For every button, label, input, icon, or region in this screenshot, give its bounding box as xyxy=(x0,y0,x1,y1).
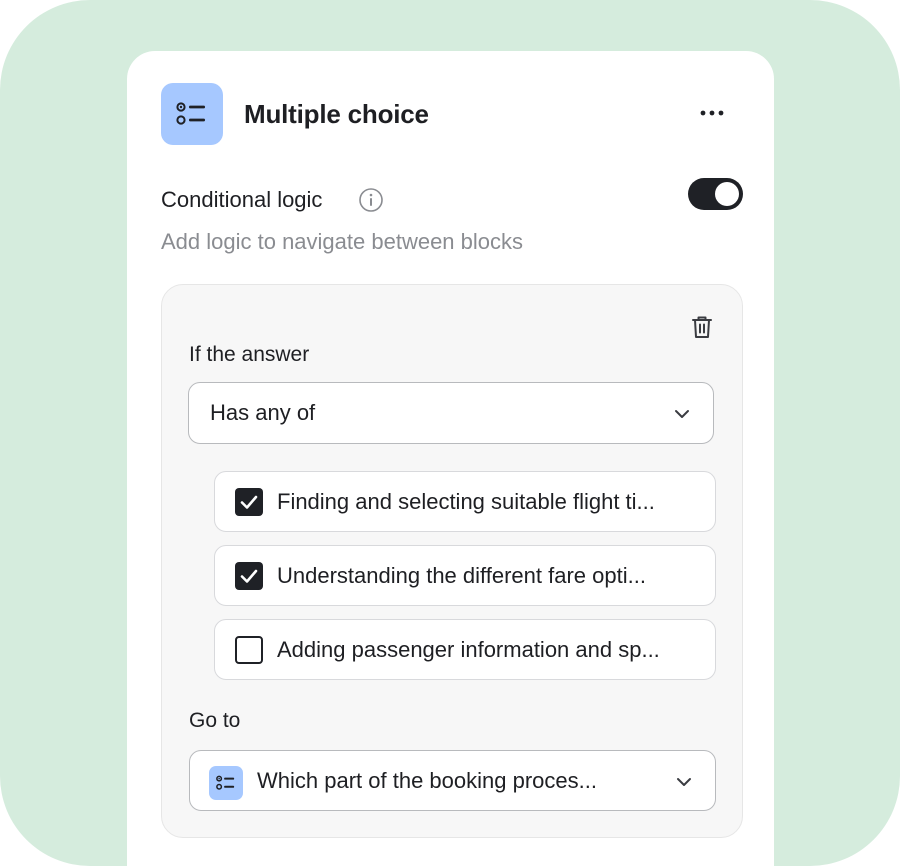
conditional-logic-description: Add logic to navigate between blocks xyxy=(161,229,524,254)
trash-icon[interactable] xyxy=(688,313,716,341)
checkmark-icon xyxy=(240,569,258,583)
toggle-knob xyxy=(715,182,739,206)
answer-option-1[interactable]: Finding and selecting suitable flight ti… xyxy=(214,471,716,532)
goto-select[interactable]: Which part of the booking proces... xyxy=(189,750,716,811)
more-options-button[interactable] xyxy=(692,97,732,129)
checkmark-icon xyxy=(240,495,258,509)
more-horizontal-icon xyxy=(700,110,724,116)
checkbox-checked[interactable] xyxy=(235,488,263,516)
chevron-down-icon xyxy=(675,410,689,418)
multiple-choice-icon xyxy=(161,83,223,145)
checkbox-checked[interactable] xyxy=(235,562,263,590)
conditional-logic-label: Conditional logic xyxy=(161,187,323,212)
answer-option-3[interactable]: Adding passenger information and sp... xyxy=(214,619,716,680)
info-icon[interactable] xyxy=(358,187,384,213)
goto-label: Go to xyxy=(189,709,241,732)
chevron-down-icon xyxy=(677,778,691,786)
answer-option-label: Finding and selecting suitable flight ti… xyxy=(277,489,655,514)
goto-select-value: Which part of the booking proces... xyxy=(257,768,597,793)
multiple-choice-icon xyxy=(209,766,243,800)
condition-select-value: Has any of xyxy=(210,400,316,425)
block-title: Multiple choice xyxy=(244,99,429,129)
condition-label: If the answer xyxy=(189,343,310,366)
logic-rule-card: If the answer Has any of Finding and sel… xyxy=(161,284,743,838)
condition-select[interactable]: Has any of xyxy=(188,382,714,444)
checkbox-unchecked[interactable] xyxy=(235,636,263,664)
answer-option-label: Understanding the different fare opti... xyxy=(277,563,646,588)
answer-option-2[interactable]: Understanding the different fare opti... xyxy=(214,545,716,606)
answer-option-label: Adding passenger information and sp... xyxy=(277,637,660,662)
conditional-logic-toggle[interactable] xyxy=(688,178,743,210)
block-settings-panel: Multiple choice Conditional logic Add lo… xyxy=(127,51,774,866)
